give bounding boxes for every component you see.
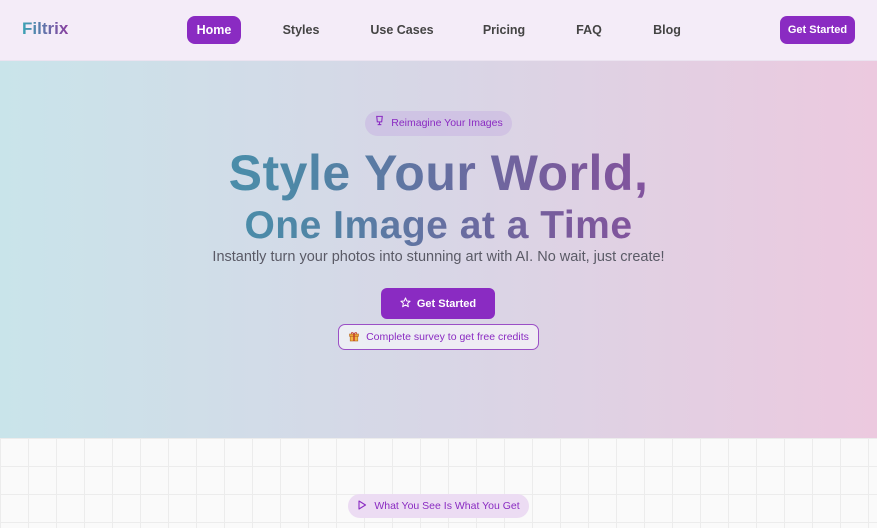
glass-icon [374, 111, 385, 136]
survey-credits-button[interactable]: Complete survey to get free credits [338, 324, 539, 350]
nav-blog[interactable]: Blog [646, 16, 688, 44]
nav-styles[interactable]: Styles [276, 16, 326, 44]
hero-section: Reimagine Your Images Style Your World, … [0, 61, 877, 438]
gift-icon [348, 330, 360, 345]
get-started-hero-button[interactable]: Get Started [381, 288, 495, 319]
get-started-hero-label: Get Started [416, 297, 477, 310]
play-icon [357, 499, 367, 513]
nav-faq[interactable]: FAQ [571, 16, 607, 44]
get-started-nav-button[interactable]: Get Started [780, 16, 855, 44]
hero-subtitle: Instantly turn your photos into stunning… [212, 249, 665, 265]
nav-home[interactable]: Home [187, 16, 241, 44]
hero-badge-label: Reimagine Your Images [391, 117, 503, 129]
section-badge-label: What You See Is What You Get [374, 500, 520, 512]
survey-credits-label: Complete survey to get free credits [366, 331, 529, 343]
section-badge: What You See Is What You Get [348, 494, 529, 518]
star-icon [400, 296, 411, 311]
hero-badge: Reimagine Your Images [365, 111, 512, 136]
hero-title-line1: Style Your World, [0, 145, 877, 201]
top-navbar: Filtrix Home Styles Use Cases Pricing FA… [0, 0, 877, 61]
hero-title-line2: One Image at a Time [0, 203, 877, 249]
nav-pricing[interactable]: Pricing [479, 16, 529, 44]
brand-logo[interactable]: Filtrix [22, 19, 68, 39]
nav-use-cases[interactable]: Use Cases [366, 16, 438, 44]
